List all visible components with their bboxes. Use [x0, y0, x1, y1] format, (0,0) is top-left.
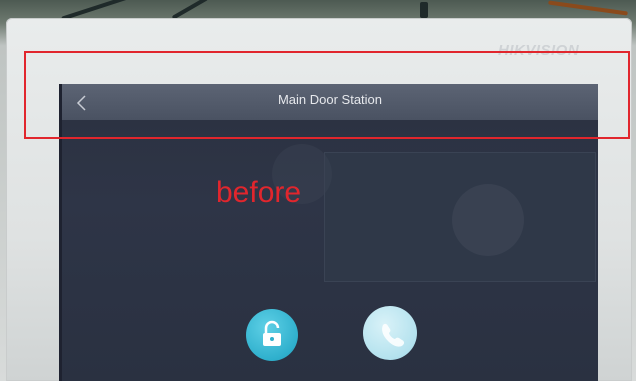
screen-reflection: [452, 184, 524, 256]
annotation-label: before: [216, 176, 302, 209]
unlock-button[interactable]: [246, 309, 298, 361]
unlock-icon: [263, 320, 281, 346]
highlight-box: [24, 51, 630, 139]
cable: [420, 2, 428, 18]
cable: [171, 0, 209, 20]
phone-icon: [382, 323, 405, 347]
cable: [548, 0, 628, 16]
call-button[interactable]: [363, 306, 417, 360]
